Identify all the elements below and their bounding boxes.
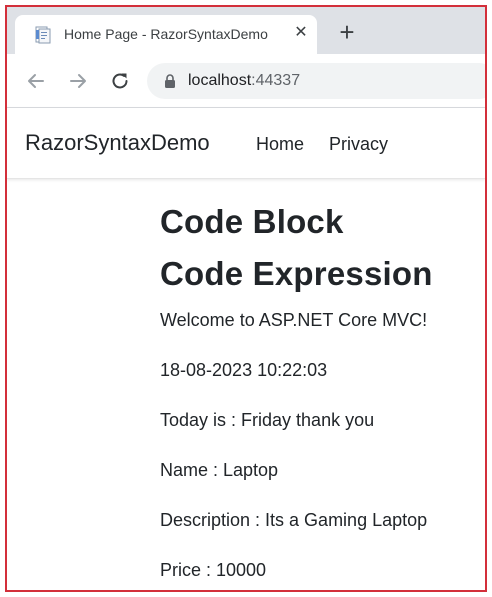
heading-code-block: Code Block [160,203,344,240]
browser-tab[interactable]: Home Page - RazorSyntaxDemo ✕ [15,15,317,54]
welcome-text: Welcome to ASP.NET Core MVC! [160,310,428,330]
product-name-text: Name : Laptop [160,460,279,480]
browser-toolbar: localhost:44337 [7,54,485,108]
nav-link-home[interactable]: Home [256,134,304,155]
url-text: localhost:44337 [188,72,300,90]
reload-icon[interactable] [109,70,131,92]
close-icon[interactable]: ✕ [291,23,311,43]
product-price-text: Price : 10000 [160,560,267,580]
today-text: Today is : Friday thank you [160,410,375,430]
product-description-text: Description : Its a Gaming Laptop [160,510,428,530]
heading-code-expression: Code Expression [160,255,433,292]
url-host: localhost [188,72,252,89]
screenshot-frame: Home Page - RazorSyntaxDemo ✕ + localhos… [5,5,487,592]
address-bar[interactable]: localhost:44337 [147,63,485,99]
forward-arrow-icon[interactable] [67,70,89,92]
lock-icon[interactable] [164,74,176,88]
plus-icon[interactable]: + [335,19,359,45]
back-arrow-icon[interactable] [25,70,47,92]
datetime-text: 18-08-2023 10:22:03 [160,360,328,380]
url-port: :44337 [251,72,301,89]
tab-strip: Home Page - RazorSyntaxDemo ✕ + [7,7,485,54]
site-brand[interactable]: RazorSyntaxDemo [25,130,210,156]
tab-title: Home Page - RazorSyntaxDemo [64,26,268,42]
document-icon [35,26,51,44]
nav-link-privacy[interactable]: Privacy [329,134,388,155]
site-navbar: RazorSyntaxDemo Home Privacy [7,108,485,179]
